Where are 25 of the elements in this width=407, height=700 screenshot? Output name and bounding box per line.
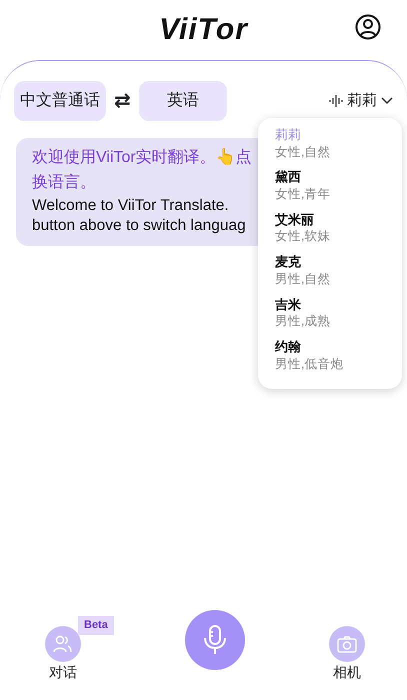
camera-button[interactable] [329,626,365,662]
voice-option[interactable]: 黛西 女性,青年 [275,168,330,203]
camera-icon [337,636,357,652]
beta-badge: Beta [78,616,114,634]
people-icon [53,635,73,653]
sound-wave-icon [329,95,343,107]
voice-option[interactable]: 吉米 男性,成熟 [275,296,330,330]
translation-text: Welcome to ViiTor Translate. [32,196,229,216]
message-text: 换语言。 [32,172,96,193]
source-language-button[interactable]: 中文普通话 [14,81,106,121]
conversation-label: 对话 [49,663,77,682]
logo: ViiTor [159,12,248,48]
voice-option[interactable]: 约翰 男性,低音炮 [275,338,344,373]
conversation-button[interactable] [45,626,81,662]
voice-option[interactable]: 麦克 男性,自然 [275,253,330,288]
camera-label: 相机 [333,663,361,682]
target-language-button[interactable]: 英语 [138,81,227,121]
swap-button[interactable]: ⇄ [114,86,131,116]
voice-option[interactable]: 莉莉 女性,自然 [275,126,330,160]
microphone-icon [202,625,228,655]
translation-text: button above to switch languag [32,216,246,236]
voice-dropdown[interactable]: 莉莉 [329,90,393,112]
voice-option[interactable]: 艾米丽 女性,软妹 [275,210,330,246]
message-text: 欢迎使用ViiTor实时翻译。👆点 [32,147,252,168]
profile-icon[interactable] [355,14,381,40]
